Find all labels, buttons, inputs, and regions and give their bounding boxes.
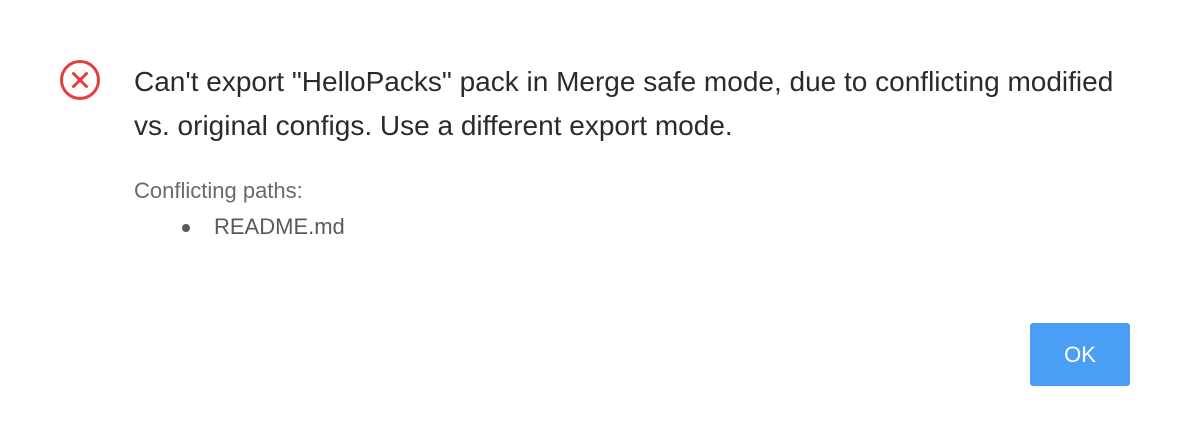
bullet-icon bbox=[182, 224, 190, 232]
path-label: README.md bbox=[214, 214, 345, 239]
list-item: README.md bbox=[134, 212, 1034, 242]
conflict-details: Conflicting paths: README.md bbox=[134, 176, 1034, 242]
conflicting-paths-heading: Conflicting paths: bbox=[134, 178, 303, 203]
ok-button[interactable]: OK bbox=[1030, 323, 1130, 386]
error-circle-x-icon bbox=[59, 59, 101, 101]
error-dialog: Can't export "HelloPacks" pack in Merge … bbox=[0, 0, 1178, 424]
error-message: Can't export "HelloPacks" pack in Merge … bbox=[134, 66, 1114, 141]
conflicting-paths-list: README.md bbox=[134, 212, 1034, 242]
